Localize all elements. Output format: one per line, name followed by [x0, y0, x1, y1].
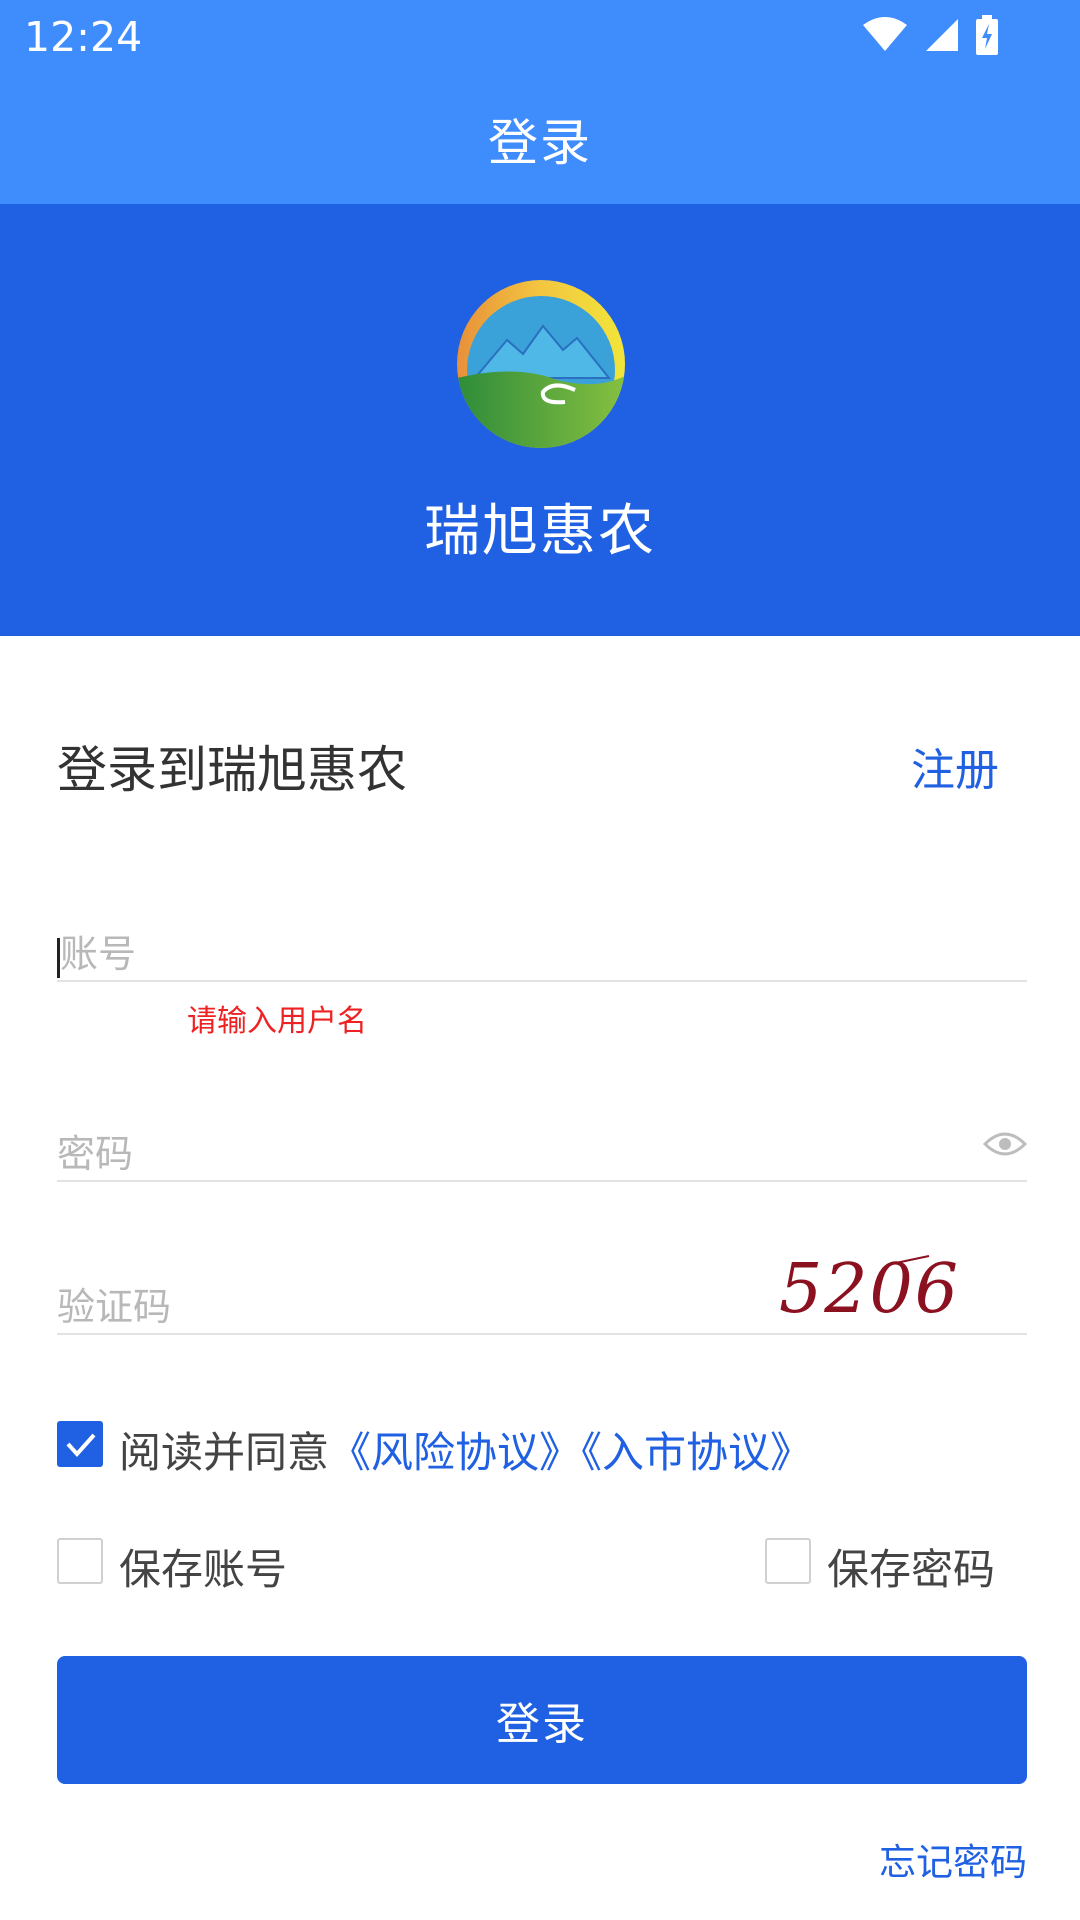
app-logo [457, 280, 625, 448]
save-password-checkbox[interactable] [765, 1538, 811, 1584]
market-agreement-link[interactable]: 《入市协议》 [581, 1428, 812, 1477]
agreement-checkbox[interactable] [57, 1421, 103, 1467]
captcha-field[interactable]: 验证码 5206 [57, 1250, 1027, 1335]
account-placeholder: 账号 [60, 932, 137, 976]
status-bar: 12:24 [0, 0, 1080, 74]
agreement-row: 阅读并同意《风险协议》《入市协议》 [57, 1419, 1017, 1477]
hero-app-name: 瑞旭惠农 [424, 499, 656, 564]
captcha-placeholder: 验证码 [57, 1285, 172, 1329]
page-heading: 登录到瑞旭惠农 [57, 741, 407, 799]
save-account-label[interactable]: 保存账号 [119, 1536, 287, 1597]
agreement-text: 阅读并同意《风险协议》《入市协议》 [119, 1419, 812, 1480]
status-time: 12:24 [24, 13, 143, 61]
checkmark-icon [66, 1433, 96, 1457]
save-password-label[interactable]: 保存密码 [827, 1536, 995, 1597]
save-options-row: 保存账号 保存密码 [57, 1536, 1017, 1594]
forgot-password-link[interactable]: 忘记密码 [879, 1832, 1027, 1886]
save-account-checkbox[interactable] [57, 1538, 103, 1584]
app-bar-title: 登录 [488, 114, 592, 172]
agreement-prefix: 阅读并同意 [119, 1428, 330, 1477]
risk-agreement-link[interactable]: 《风险协议》 [329, 1428, 581, 1477]
signal-icon [926, 19, 958, 51]
password-placeholder: 密码 [57, 1132, 134, 1176]
password-field[interactable]: 密码 [57, 1130, 1027, 1182]
account-field[interactable]: 账号 [57, 930, 1027, 982]
status-icons [862, 14, 998, 56]
battery-charging-icon [976, 15, 998, 55]
show-password-eye-icon[interactable] [983, 1128, 1027, 1160]
register-link[interactable]: 注册 [911, 734, 999, 798]
login-heading-row: 登录到瑞旭惠农 注册 [57, 730, 999, 800]
account-error-message: 请输入用户名 [187, 1004, 367, 1039]
login-button[interactable]: 登录 [57, 1656, 1027, 1784]
app-bar: 登录 [0, 74, 1080, 204]
hero-banner: 瑞旭惠农 [0, 204, 1080, 636]
captcha-image[interactable]: 5206 [771, 1250, 971, 1328]
captcha-code-text: 5206 [779, 1250, 960, 1328]
wifi-icon [863, 17, 907, 51]
